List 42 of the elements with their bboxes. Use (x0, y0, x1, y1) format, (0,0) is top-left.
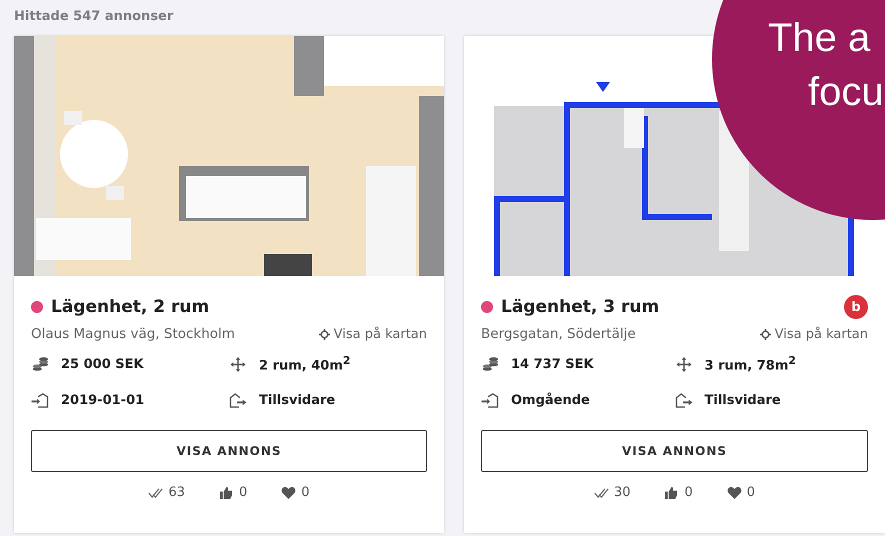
move-arrows-icon (674, 356, 692, 372)
like-count: 0 (684, 485, 693, 500)
move-in-value: Omgående (511, 392, 590, 408)
promo-text: The a (768, 18, 870, 58)
promo-text: focu (808, 72, 884, 112)
heart-icon (281, 486, 296, 498)
view-listing-button[interactable]: VISA ANNONS (481, 430, 868, 472)
listing-title: Lägenhet, 3 rum (501, 297, 660, 317)
size-value: 2 rum, 40m$^{2}$ (259, 354, 350, 374)
agency-logo: b (844, 295, 868, 319)
rent-value: 25 000 SEK (61, 356, 144, 372)
double-check-icon (148, 486, 164, 498)
coins-icon (31, 356, 49, 372)
result-count: Hittade 547 annonser (14, 9, 174, 24)
move-arrows-icon (229, 356, 247, 372)
coins-icon (481, 356, 499, 372)
door-enter-icon (31, 392, 49, 408)
view-listing-button[interactable]: VISA ANNONS (31, 430, 427, 472)
listing-address: Bergsgatan, Södertälje (481, 326, 636, 342)
thumbs-up-icon (664, 486, 680, 498)
map-link[interactable]: Visa på kartan (760, 326, 868, 342)
house-exit-icon (229, 392, 247, 408)
listing-address: Olaus Magnus väg, Stockholm (31, 326, 235, 342)
favorite-count: 0 (746, 485, 756, 500)
heart-icon (726, 486, 742, 498)
rent-value: 14 737 SEK (511, 356, 594, 372)
crosshair-icon (318, 328, 330, 340)
listing-title: Lägenhet, 2 rum (51, 297, 210, 317)
view-count: 63 (168, 485, 185, 500)
crosshair-icon (760, 328, 771, 340)
house-exit-icon (674, 392, 692, 408)
view-count: 30 (614, 485, 630, 500)
move-in-value: 2019-01-01 (61, 392, 144, 408)
door-enter-icon (481, 392, 499, 408)
favorite-count: 0 (301, 485, 310, 500)
double-check-icon (594, 486, 609, 498)
thumbs-up-icon (218, 486, 234, 498)
like-count: 0 (238, 485, 248, 500)
lease-value: Tillsvidare (259, 392, 336, 408)
lease-value: Tillsvidare (704, 392, 781, 408)
size-value: 3 rum, 78m$^{2}$ (704, 354, 796, 374)
map-link[interactable]: Visa på kartan (318, 326, 427, 342)
